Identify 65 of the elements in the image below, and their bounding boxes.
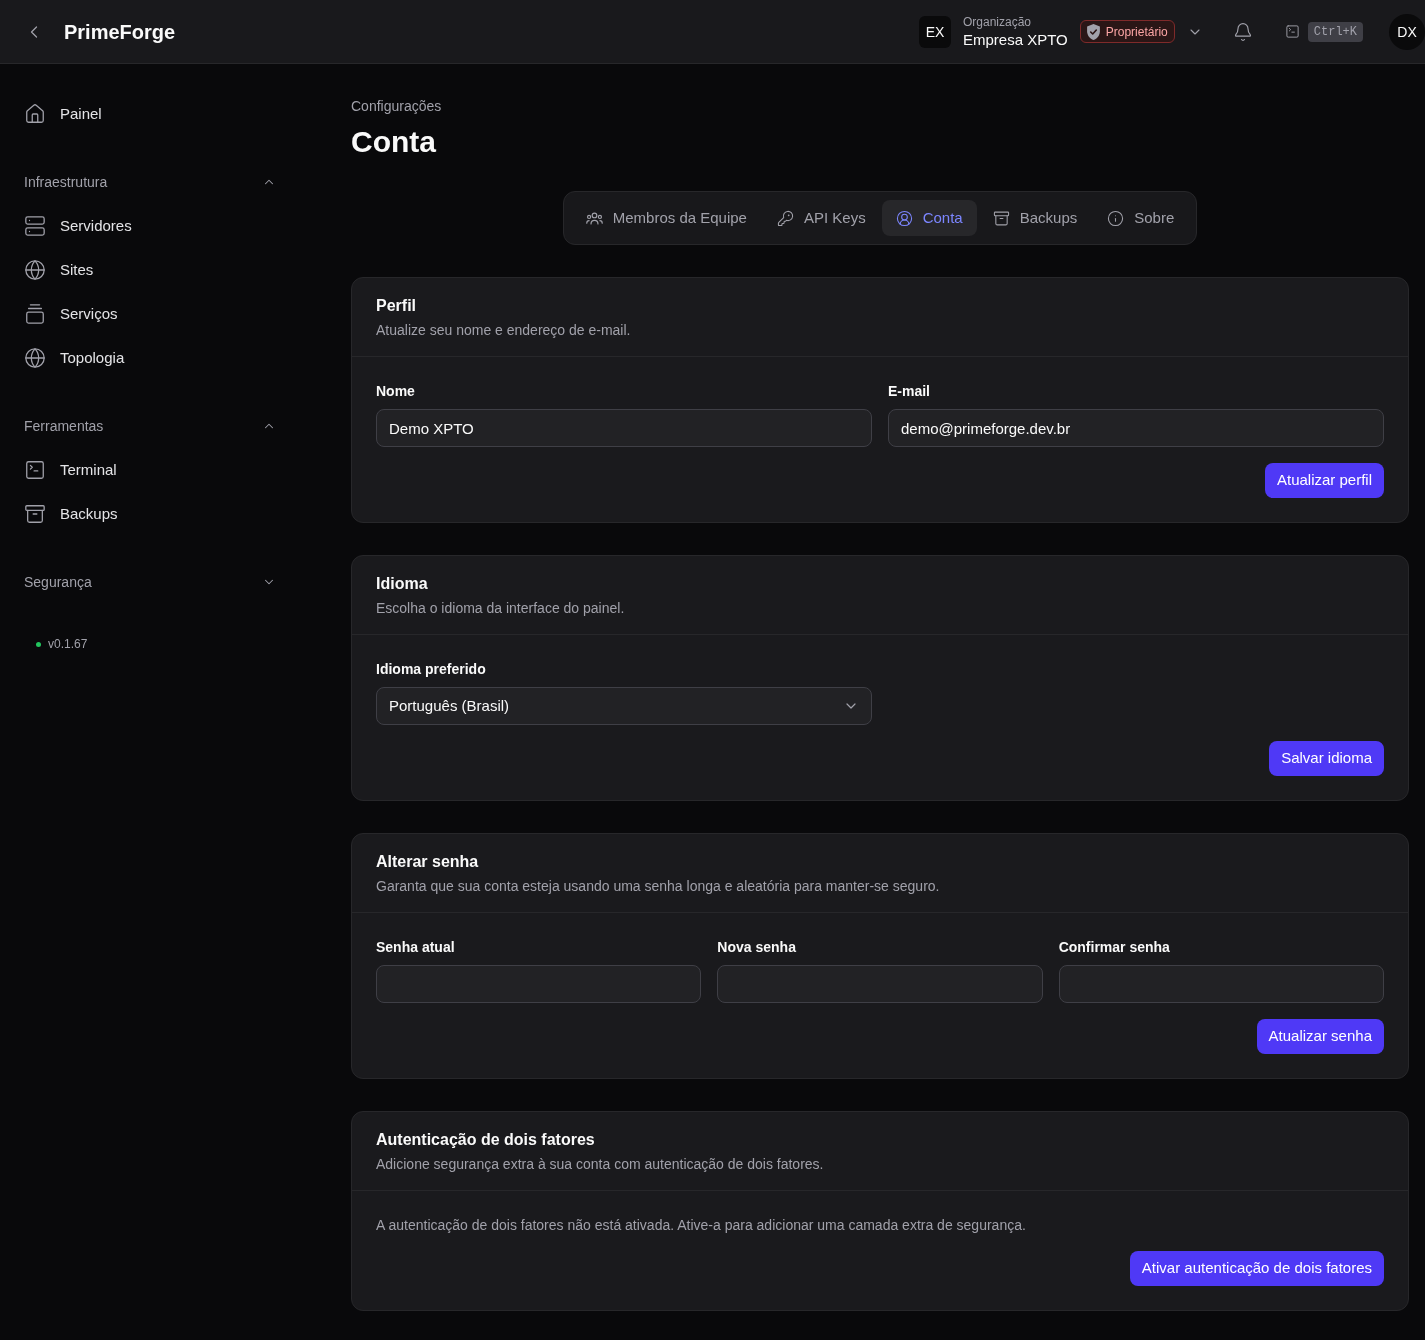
globe-icon bbox=[24, 347, 46, 369]
terminal-icon[interactable] bbox=[1284, 24, 1300, 39]
tab[interactable]: Membros da Equipe bbox=[571, 200, 761, 236]
card-title: Perfil bbox=[376, 296, 417, 316]
page-title: Conta bbox=[351, 124, 437, 160]
submit-button[interactable]: Salvar idioma bbox=[1269, 741, 1384, 776]
select-field[interactable]: Português (Brasil) bbox=[376, 687, 872, 725]
card-description: Adicione segurança extra à sua conta com autenticação de dois fatores. bbox=[376, 1155, 825, 1174]
sidebar-section-header[interactable]: Segurança bbox=[24, 560, 280, 604]
tab[interactable]: Conta bbox=[881, 200, 977, 236]
globe-icon bbox=[24, 259, 46, 281]
sidebar-item[interactable]: Backups bbox=[24, 492, 280, 536]
sidebar-item[interactable]: Painel bbox=[24, 92, 280, 136]
input-field[interactable]: Demo XPTO bbox=[376, 409, 872, 447]
sidebar-section-header[interactable]: Infraestrutura bbox=[24, 160, 280, 204]
submit-button[interactable]: Atualizar perfil bbox=[1264, 463, 1384, 498]
field-label: Senha atual bbox=[376, 938, 456, 957]
field-label: Nova senha bbox=[717, 938, 797, 957]
input-field[interactable]: demo@primeforge.dev.br bbox=[888, 409, 1384, 447]
sidebar-item[interactable]: Serviços bbox=[24, 292, 280, 336]
field-label: Idioma preferido bbox=[376, 660, 487, 679]
tab[interactable]: Sobre bbox=[1093, 200, 1189, 236]
stacked-cards-icon bbox=[24, 303, 46, 325]
info-icon bbox=[1107, 209, 1125, 227]
org-caption: Organização bbox=[963, 13, 1033, 30]
submit-button[interactable]: Ativar autenticação de dois fatores bbox=[1129, 1251, 1384, 1286]
sidebar-item[interactable]: Topologia bbox=[24, 336, 280, 380]
field-label: Confirmar senha bbox=[1058, 938, 1171, 957]
users-icon bbox=[585, 209, 603, 227]
org-avatar: EX bbox=[919, 15, 951, 48]
field-label: E-mail bbox=[888, 382, 931, 401]
password-field[interactable] bbox=[717, 965, 1043, 1003]
card-description: Escolha o idioma da interface do painel. bbox=[376, 599, 626, 618]
bell-icon[interactable] bbox=[1232, 21, 1253, 42]
sidebar-item[interactable]: Sites bbox=[24, 248, 280, 292]
role-badge-text: Proprietário bbox=[1105, 23, 1168, 40]
house-icon bbox=[24, 103, 46, 125]
archive-icon bbox=[992, 209, 1010, 227]
server-icon bbox=[24, 215, 46, 237]
card-title: Autenticação de dois fatores bbox=[376, 1130, 596, 1150]
tab[interactable]: Backups bbox=[978, 200, 1092, 236]
card-title: Alterar senha bbox=[376, 852, 480, 872]
sidebar-item[interactable]: Terminal bbox=[24, 448, 280, 492]
user-circle-icon bbox=[895, 209, 913, 227]
card-title: Idioma bbox=[376, 574, 429, 594]
sidebar-item[interactable]: Servidores bbox=[24, 204, 280, 248]
app-name: PrimeForge bbox=[64, 19, 176, 45]
card-description: Garanta que sua conta esteja usando uma senha longa e aleatória para manter-se seguro. bbox=[376, 877, 941, 896]
version-label: v0.1.67 bbox=[48, 636, 88, 652]
password-field[interactable] bbox=[376, 965, 702, 1003]
user-avatar[interactable]: DX bbox=[1389, 13, 1425, 50]
org-name: Empresa XPTO bbox=[963, 29, 1068, 50]
sidebar-section-header[interactable]: Ferramentas bbox=[24, 404, 280, 448]
card-description: Atualize seu nome e endereço de e-mail. bbox=[376, 321, 632, 340]
breadcrumb: Configurações bbox=[351, 97, 443, 116]
terminal-icon bbox=[24, 459, 46, 481]
status-message: A autenticação de dois fatores não está ativada. Ative-a para adicionar uma camada extra de segurança. bbox=[376, 1216, 1027, 1235]
shield-check-icon bbox=[1086, 23, 1100, 40]
submit-button[interactable]: Atualizar senha bbox=[1256, 1019, 1384, 1054]
shortcut-key: Ctrl+K bbox=[1307, 21, 1363, 42]
password-field[interactable] bbox=[1058, 965, 1384, 1003]
archive-icon bbox=[24, 503, 46, 525]
field-label: Nome bbox=[376, 382, 416, 401]
tab[interactable]: API Keys bbox=[762, 200, 880, 236]
key-icon bbox=[776, 209, 794, 227]
